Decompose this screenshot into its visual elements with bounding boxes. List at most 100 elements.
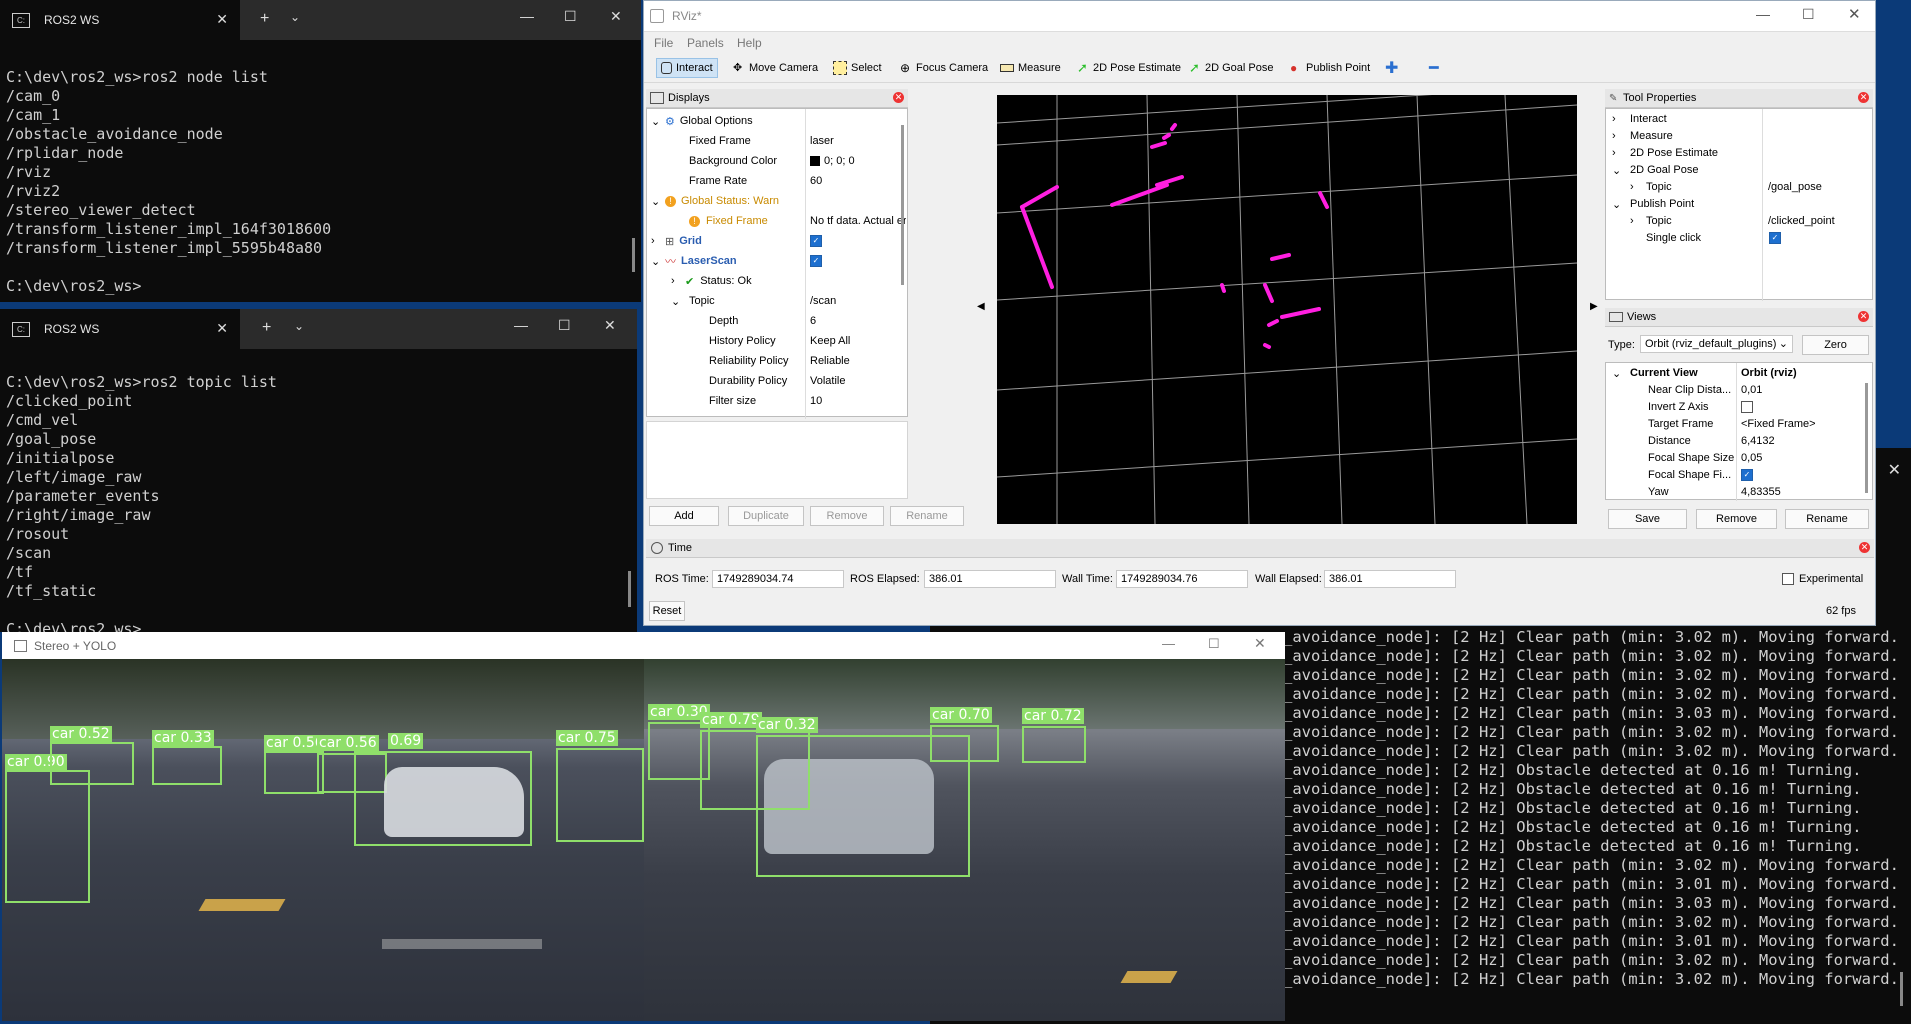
menu-file[interactable]: File	[654, 36, 673, 50]
prop-fixed-frame-value[interactable]: laser	[810, 133, 834, 149]
view-type-select[interactable]: Orbit (rviz_default_plugins) ⌄	[1640, 335, 1793, 353]
prop-filter-size-value[interactable]: 10	[810, 393, 822, 409]
prop-background-color-value[interactable]: 0; 0; 0	[810, 153, 855, 169]
rviz-window[interactable]: RViz* — ☐ ✕ File Panels Help Interact ✥ M…	[643, 0, 1876, 626]
duplicate-display-button[interactable]: Duplicate	[728, 506, 804, 526]
close-window-icon[interactable]: ✕	[1888, 460, 1901, 480]
prop-yaw-value[interactable]: 4,83355	[1741, 484, 1781, 500]
prop-focal-size-value[interactable]: 0,05	[1741, 450, 1762, 466]
reset-time-button[interactable]: Reset	[649, 601, 685, 621]
close-tab-icon[interactable]: ✕	[216, 11, 228, 28]
collapse-left-icon[interactable]: ◀	[977, 301, 985, 312]
tool-properties-tree[interactable]: › Interact › Measure › 2D Pose Estimate ⌄ 2D…	[1605, 108, 1873, 301]
goal-topic-value[interactable]: /goal_pose	[1768, 179, 1822, 195]
close-panel-icon[interactable]: ✕	[1859, 542, 1870, 553]
tree-status-ok[interactable]: › ✔ Status: Ok	[671, 273, 752, 289]
tool-publish-point[interactable]: ● Publish Point	[1290, 58, 1370, 78]
menu-help[interactable]: Help	[737, 36, 762, 50]
minimize-icon[interactable]: —	[1162, 636, 1175, 651]
chevron-down-icon[interactable]: ⌄	[294, 319, 304, 333]
minimize-icon[interactable]: —	[520, 8, 534, 24]
tool-prop-interact[interactable]: › Interact	[1612, 111, 1667, 127]
tree-topic[interactable]: ⌄ Topic	[671, 293, 715, 309]
maximize-icon[interactable]: ☐	[1802, 6, 1815, 23]
scrollbar[interactable]	[1900, 972, 1903, 1006]
terminal-window-2[interactable]: C: ROS2 WS ✕ + ⌄ — ☐ ✕ C:\dev\ros2_ws>ro…	[0, 309, 637, 632]
publish-topic-value[interactable]: /clicked_point	[1768, 213, 1835, 229]
tool-prop-goal-topic[interactable]: › Topic	[1630, 179, 1672, 195]
prop-target-frame-value[interactable]: <Fixed Frame>	[1741, 416, 1816, 432]
prop-depth-value[interactable]: 6	[810, 313, 816, 329]
close-window-icon[interactable]: ✕	[604, 317, 616, 334]
maximize-icon[interactable]: ☐	[1208, 636, 1220, 652]
tool-measure[interactable]: Measure	[1000, 58, 1061, 78]
terminal-tab[interactable]: C: ROS2 WS ✕	[0, 0, 240, 40]
prop-frame-rate-value[interactable]: 60	[810, 173, 822, 189]
new-tab-icon[interactable]: +	[260, 10, 269, 28]
prop-topic-value[interactable]: /scan	[810, 293, 836, 309]
tool-interact[interactable]: Interact	[656, 58, 718, 78]
displays-tree[interactable]: ⌄ ⚙ Global Options Fixed Frame laser Backg…	[646, 108, 908, 419]
remove-view-button[interactable]: Remove	[1696, 509, 1777, 529]
tree-laserscan[interactable]: ⌄ 〰 LaserScan	[651, 253, 737, 269]
laserscan-enabled-checkbox[interactable]: ✓	[810, 253, 822, 269]
prop-durability-policy-value[interactable]: Volatile	[810, 373, 845, 389]
tool-prop-publish-point[interactable]: ⌄ Publish Point	[1612, 196, 1694, 212]
maximize-icon[interactable]: ☐	[564, 8, 577, 25]
focal-fixed-checkbox[interactable]: ✓	[1741, 467, 1753, 483]
wall-elapsed-field[interactable]: 386.01	[1324, 570, 1456, 588]
minimize-icon[interactable]: —	[514, 317, 528, 333]
close-panel-icon[interactable]: ✕	[1858, 92, 1869, 103]
ros-elapsed-field[interactable]: 386.01	[924, 570, 1056, 588]
minimize-icon[interactable]: —	[1756, 6, 1770, 22]
close-tab-icon[interactable]: ✕	[216, 320, 228, 337]
prop-history-policy-value[interactable]: Keep All	[810, 333, 850, 349]
terminal-tab[interactable]: C: ROS2 WS ✕	[0, 309, 240, 349]
stereo-yolo-window[interactable]: Stereo + YOLO — ☐ ✕ car 0.90 car 0.52 ca…	[2, 632, 1285, 1021]
save-view-button[interactable]: Save	[1608, 509, 1687, 529]
current-view[interactable]: ⌄ Current View	[1612, 365, 1698, 381]
zero-view-button[interactable]: Zero	[1802, 335, 1869, 355]
tool-prop-pose-estimate[interactable]: › 2D Pose Estimate	[1612, 145, 1718, 161]
close-panel-icon[interactable]: ✕	[893, 92, 904, 103]
close-panel-icon[interactable]: ✕	[1858, 311, 1869, 322]
close-window-icon[interactable]: ✕	[1254, 635, 1266, 652]
prop-near-clip-value[interactable]: 0,01	[1741, 382, 1762, 398]
tool-prop-measure[interactable]: › Measure	[1612, 128, 1673, 144]
experimental-checkbox[interactable]: Experimental	[1782, 571, 1863, 587]
prop-distance-value[interactable]: 6,4132	[1741, 433, 1775, 449]
new-tab-icon[interactable]: +	[262, 319, 271, 337]
wall-time-field[interactable]: 1749289034.76	[1116, 570, 1248, 588]
add-tool-icon[interactable]: ✚	[1385, 58, 1398, 78]
tool-2d-pose-estimate[interactable]: ➚ 2D Pose Estimate	[1077, 58, 1181, 78]
add-display-button[interactable]: Add	[649, 506, 719, 526]
collapse-right-icon[interactable]: ▶	[1590, 301, 1598, 312]
invert-z-checkbox[interactable]	[1741, 399, 1753, 415]
remove-display-button[interactable]: Remove	[810, 506, 884, 526]
chevron-down-icon[interactable]: ⌄	[290, 10, 300, 24]
rename-display-button[interactable]: Rename	[890, 506, 964, 526]
grid-enabled-checkbox[interactable]: ✓	[810, 233, 822, 249]
single-click-checkbox[interactable]: ✓	[1769, 230, 1781, 246]
tree-global-status[interactable]: ⌄! Global Status: Warn	[651, 193, 779, 209]
tree-global-options[interactable]: ⌄ ⚙ Global Options	[651, 113, 753, 129]
tree-grid[interactable]: › ⊞ Grid	[651, 233, 702, 249]
prop-reliability-policy-value[interactable]: Reliable	[810, 353, 850, 369]
maximize-icon[interactable]: ☐	[558, 317, 571, 334]
close-window-icon[interactable]: ✕	[610, 8, 622, 25]
tool-focus-camera[interactable]: ⊕ Focus Camera	[900, 58, 988, 78]
tool-prop-publish-topic[interactable]: › Topic	[1630, 213, 1672, 229]
close-window-icon[interactable]: ✕	[1848, 5, 1861, 23]
views-tree[interactable]: ⌄ Current View Orbit (rviz) Near Clip Dis…	[1605, 362, 1873, 501]
render-viewport[interactable]	[997, 95, 1577, 524]
scrollbar[interactable]	[1865, 383, 1868, 493]
tree-fixed-frame-warn[interactable]: ! Fixed Frame	[689, 213, 768, 229]
terminal-window-1[interactable]: C: ROS2 WS ✕ + ⌄ — ☐ ✕ C:\dev\ros2_ws>ro…	[0, 0, 641, 302]
tool-select[interactable]: Select	[833, 58, 882, 78]
scrollbar[interactable]	[632, 238, 635, 272]
scrollbar[interactable]	[901, 125, 904, 285]
rename-view-button[interactable]: Rename	[1785, 509, 1869, 529]
tool-prop-goal-pose[interactable]: ⌄ 2D Goal Pose	[1612, 162, 1698, 178]
tool-2d-goal-pose[interactable]: ➚ 2D Goal Pose	[1189, 58, 1273, 78]
scrollbar[interactable]	[628, 571, 631, 607]
